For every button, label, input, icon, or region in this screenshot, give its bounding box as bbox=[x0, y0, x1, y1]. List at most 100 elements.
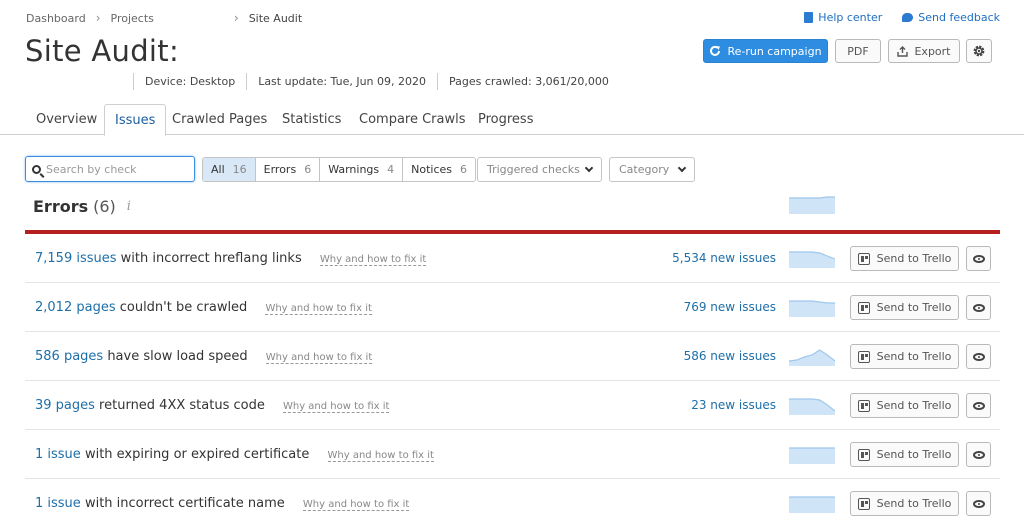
why-and-how-to-fix-link[interactable]: Why and how to fix it bbox=[265, 303, 372, 315]
filter-all[interactable]: All 16 bbox=[203, 158, 256, 181]
why-and-how-to-fix-link[interactable]: Why and how to fix it bbox=[265, 352, 373, 364]
filter-all-label: All bbox=[211, 163, 225, 176]
settings-button[interactable] bbox=[966, 39, 992, 63]
pdf-label: PDF bbox=[847, 44, 869, 58]
tab-progress[interactable]: Progress bbox=[478, 104, 533, 135]
issue-description: with incorrect certificate name bbox=[80, 496, 285, 511]
sparkline-area bbox=[789, 197, 835, 214]
top-links: Help center Send feedback bbox=[804, 11, 1000, 24]
send-to-trello-button[interactable]: Send to Trello bbox=[850, 442, 959, 467]
issue-description: with incorrect hreflang links bbox=[116, 251, 302, 266]
tab-compare-crawls[interactable]: Compare Crawls bbox=[359, 104, 466, 135]
eye-icon bbox=[972, 303, 985, 312]
issue-trend-sparkline bbox=[789, 447, 835, 464]
why-and-how-to-fix-link[interactable]: Why and how to fix it bbox=[327, 450, 434, 462]
issue-description: couldn't be crawled bbox=[115, 300, 248, 315]
search-box bbox=[25, 156, 195, 182]
search-icon bbox=[32, 164, 41, 174]
errors-section-header: Errors (6) i bbox=[33, 197, 131, 216]
send-feedback-label: Send feedback bbox=[918, 11, 1000, 24]
filter-errors[interactable]: Errors 6 bbox=[255, 158, 321, 181]
issue-title: 1 issue with expiring or expired certifi… bbox=[35, 447, 434, 462]
issue-count-link[interactable]: 1 issue bbox=[35, 496, 81, 511]
issue-type-filter: All 16 Errors 6 Warnings 4 Notices 6 bbox=[202, 157, 477, 182]
send-to-trello-button[interactable]: Send to Trello bbox=[850, 491, 959, 516]
help-center-label: Help center bbox=[818, 11, 883, 24]
chevron-down-icon bbox=[677, 163, 687, 173]
tab-bar: Overview Issues Crawled Pages Statistics… bbox=[0, 104, 1024, 136]
filter-notices[interactable]: Notices 6 bbox=[403, 158, 476, 181]
issue-description: have slow load speed bbox=[103, 349, 248, 364]
search-input[interactable] bbox=[46, 162, 176, 176]
trello-icon bbox=[857, 252, 870, 265]
issue-count-link[interactable]: 39 pages bbox=[35, 398, 95, 413]
trello-icon bbox=[857, 497, 870, 510]
filter-notices-count: 6 bbox=[460, 163, 468, 176]
issue-title: 2,012 pages couldn't be crawled Why and … bbox=[35, 300, 372, 315]
why-and-how-to-fix-link[interactable]: Why and how to fix it bbox=[302, 499, 410, 511]
tab-overview[interactable]: Overview bbox=[36, 104, 97, 135]
breadcrumb-projects[interactable]: Projects bbox=[111, 12, 154, 25]
issue-count-link[interactable]: 7,159 issues bbox=[35, 251, 117, 266]
issue-description: returned 4XX status code bbox=[94, 398, 265, 413]
send-to-trello-label: Send to Trello bbox=[876, 497, 952, 510]
view-details-button[interactable] bbox=[966, 246, 991, 271]
view-details-button[interactable] bbox=[966, 393, 991, 418]
eye-icon bbox=[972, 499, 985, 508]
filter-notices-label: Notices bbox=[411, 163, 453, 176]
breadcrumb-dashboard[interactable]: Dashboard bbox=[26, 12, 86, 25]
send-to-trello-button[interactable]: Send to Trello bbox=[850, 344, 959, 369]
view-details-button[interactable] bbox=[966, 295, 991, 320]
refresh-icon bbox=[710, 45, 721, 56]
info-icon[interactable]: i bbox=[127, 199, 131, 214]
issue-trend-sparkline bbox=[789, 300, 835, 317]
send-to-trello-label: Send to Trello bbox=[876, 399, 952, 412]
breadcrumb-project-name-redacted[interactable] bbox=[154, 13, 224, 23]
chevron-down-icon bbox=[584, 163, 594, 173]
send-to-trello-label: Send to Trello bbox=[876, 448, 952, 461]
errors-title: Errors bbox=[33, 197, 89, 216]
send-to-trello-button[interactable]: Send to Trello bbox=[850, 393, 959, 418]
filter-warnings-label: Warnings bbox=[328, 163, 380, 176]
why-and-how-to-fix-link[interactable]: Why and how to fix it bbox=[282, 401, 390, 413]
category-dropdown[interactable]: Category bbox=[609, 157, 695, 182]
breadcrumb: Dashboard › Projects › Site Audit bbox=[26, 11, 302, 25]
eye-icon bbox=[972, 254, 985, 263]
issue-title: 586 pages have slow load speed Why and h… bbox=[35, 349, 373, 364]
pdf-button[interactable]: PDF bbox=[835, 39, 881, 63]
tab-crawled-pages[interactable]: Crawled Pages bbox=[172, 104, 267, 135]
issue-row: 2,012 pages couldn't be crawled Why and … bbox=[25, 283, 1000, 332]
issue-count-link[interactable]: 2,012 pages bbox=[35, 300, 116, 315]
sparkline-area bbox=[789, 448, 835, 464]
issue-trend-sparkline bbox=[789, 349, 835, 366]
book-icon bbox=[804, 12, 814, 23]
errors-trend-sparkline bbox=[789, 196, 835, 214]
new-issues-link[interactable]: 586 new issues bbox=[684, 349, 776, 363]
tab-issues[interactable]: Issues bbox=[104, 104, 167, 136]
new-issues-link[interactable]: 769 new issues bbox=[684, 300, 776, 314]
help-center-link[interactable]: Help center bbox=[804, 11, 882, 24]
send-feedback-link[interactable]: Send feedback bbox=[902, 11, 1000, 24]
issue-trend-sparkline bbox=[789, 496, 835, 513]
filter-warnings[interactable]: Warnings 4 bbox=[320, 158, 404, 181]
page-title: Site Audit: bbox=[25, 34, 180, 68]
sparkline-area bbox=[789, 350, 835, 366]
issue-count-link[interactable]: 586 pages bbox=[35, 349, 103, 364]
view-details-button[interactable] bbox=[966, 344, 991, 369]
gear-icon bbox=[973, 45, 985, 57]
triggered-checks-dropdown[interactable]: Triggered checks bbox=[477, 157, 602, 182]
new-issues-link[interactable]: 5,534 new issues bbox=[672, 251, 776, 265]
new-issues-link[interactable]: 23 new issues bbox=[691, 398, 776, 412]
issue-row: 39 pages returned 4XX status code Why an… bbox=[25, 381, 1000, 430]
export-button[interactable]: Export bbox=[888, 39, 960, 63]
view-details-button[interactable] bbox=[966, 491, 991, 516]
tab-statistics[interactable]: Statistics bbox=[282, 104, 341, 135]
send-to-trello-button[interactable]: Send to Trello bbox=[850, 295, 959, 320]
issue-count-link[interactable]: 1 issue bbox=[35, 447, 81, 462]
view-details-button[interactable] bbox=[966, 442, 991, 467]
why-and-how-to-fix-link[interactable]: Why and how to fix it bbox=[319, 254, 427, 266]
rerun-campaign-button[interactable]: Re-run campaign bbox=[703, 39, 828, 63]
issue-row: 7,159 issues with incorrect hreflang lin… bbox=[25, 234, 1000, 283]
filter-errors-label: Errors bbox=[263, 163, 297, 176]
send-to-trello-button[interactable]: Send to Trello bbox=[850, 246, 959, 271]
